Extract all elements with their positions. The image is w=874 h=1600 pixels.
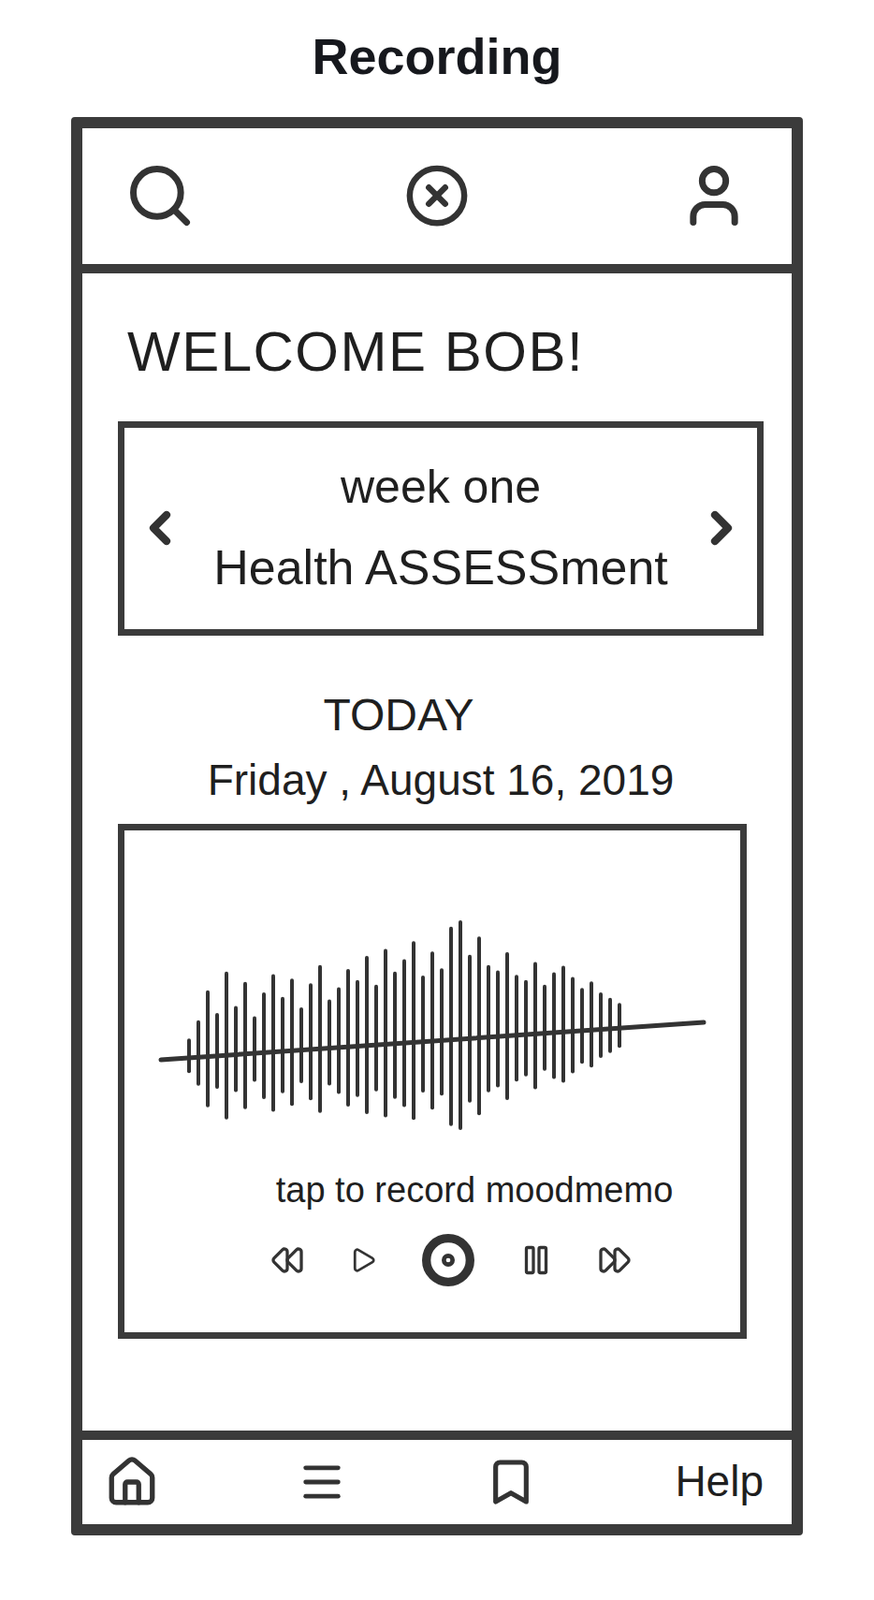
page-title: Recording [311,26,562,88]
close-circle-icon[interactable] [404,162,470,229]
player-controls [233,1233,632,1286]
next-icon[interactable] [695,501,748,554]
phone-frame: WELCOME BOB! week one Health ASSESSment TOD… [71,116,803,1535]
recorder-card[interactable]: tap to record moodmemo [117,823,747,1339]
menu-icon[interactable] [297,1456,347,1506]
rewind-icon[interactable] [270,1242,305,1277]
today-label: TODAY [117,687,764,743]
bookmark-icon[interactable] [484,1455,538,1508]
record-prompt: tap to record moodmemo [191,1168,674,1212]
fast-forward-icon[interactable] [597,1242,632,1277]
pause-icon[interactable] [519,1242,554,1277]
previous-icon[interactable] [133,501,187,554]
help-link[interactable]: Help [674,1455,764,1507]
profile-icon[interactable] [678,160,750,232]
content: WELCOME BOB! week one Health ASSESSment TOD… [82,273,792,1430]
week-card[interactable]: week one Health ASSESSment [117,421,764,636]
week-label: week one [340,460,541,515]
today-date: Friday , August 16, 2019 [117,754,764,806]
search-icon[interactable] [124,160,196,232]
waveform-icon [151,895,714,1158]
bottom-nav: Help [82,1429,792,1524]
top-bar [82,128,792,274]
greeting: WELCOME BOB! [117,318,764,386]
page: Recording WELCOME BOB! week one Health ASSE… [0,0,874,1600]
record-icon[interactable] [422,1233,475,1286]
play-icon[interactable] [349,1245,378,1274]
home-icon[interactable] [104,1454,160,1509]
week-title: Health ASSESSment [213,539,669,597]
